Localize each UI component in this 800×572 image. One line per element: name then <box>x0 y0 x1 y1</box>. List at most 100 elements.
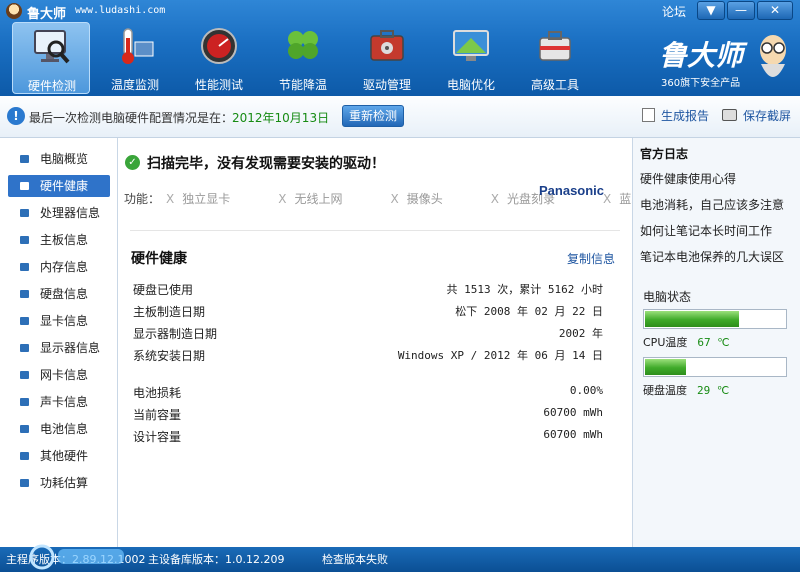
nav-temperature[interactable]: 温度监测 <box>96 22 174 94</box>
bullet-icon <box>20 452 29 460</box>
clover-icon <box>288 31 318 59</box>
sidebar-item-health[interactable]: 硬件健康 <box>8 175 110 197</box>
app-url: www.ludashi.com <box>75 5 166 16</box>
header: 鲁大师 www.ludashi.com 论坛 ▼ — ✕ 硬件检测 温度监测 性… <box>0 0 800 96</box>
disk-temp-fill <box>645 359 686 375</box>
main-panel: ✓ 扫描完毕，没有发现需要安装的驱动！ 功能： X 独立显卡 X 无线上网 X 摄像头 X 光… <box>118 138 643 547</box>
sidebar-item-battery[interactable]: 电池信息 <box>8 418 110 440</box>
function-name: 无线上网 <box>294 192 343 206</box>
function-item: X 无线上网 <box>278 192 366 206</box>
bullet-icon <box>20 317 29 325</box>
sidebar-item-label: 声卡信息 <box>40 395 89 409</box>
nav-energy-saving[interactable]: 节能降温 <box>264 22 342 94</box>
app-logo-icon <box>6 3 22 19</box>
info-value: 60700 mWh <box>543 428 603 441</box>
info-row: 当前容量 60700 mWh <box>133 406 603 426</box>
nav-performance[interactable]: 性能测试 <box>180 22 258 94</box>
sidebar-item-label: 显示器信息 <box>40 341 101 355</box>
generate-report-button[interactable]: 生成报告 <box>642 107 709 124</box>
sidebar-item-motherboard[interactable]: 主板信息 <box>8 229 110 251</box>
bullet-icon <box>20 479 29 487</box>
sidebar-item-cpu[interactable]: 处理器信息 <box>8 202 110 224</box>
nav-driver-manage[interactable]: 驱动管理 <box>348 22 426 94</box>
info-key: 设计容量 <box>133 430 182 444</box>
pc-status-title: 电脑状态 <box>643 290 692 304</box>
nav-label: 温度监测 <box>110 78 159 92</box>
sidebar-item-other[interactable]: 其他硬件 <box>8 445 110 467</box>
info-key: 电池损耗 <box>133 386 182 400</box>
sidebar-item-label: 主板信息 <box>40 233 89 247</box>
nav-label: 高级工具 <box>530 78 579 92</box>
nav-advanced-tools[interactable]: 高级工具 <box>516 22 594 94</box>
right-panel: 官方日志 硬件健康使用心得 电池消耗，自己应该多注意 如何让笔记本长时间工作 笔… <box>632 138 800 547</box>
cpu-temp-label: CPU温度 <box>643 336 688 349</box>
sidebar-item-label: 其他硬件 <box>40 449 89 463</box>
sidebar: 电脑概览 硬件健康 处理器信息 主板信息 内存信息 硬盘信息 显卡信息 显示器信… <box>0 138 118 547</box>
info-value: 共 1513 次，累计 5162 小时 <box>446 283 603 296</box>
check-icon: ✓ <box>125 155 140 170</box>
sidebar-item-sound[interactable]: 声卡信息 <box>8 391 110 413</box>
app-title: 鲁大师 <box>27 7 67 22</box>
forum-link[interactable]: 论坛 <box>662 3 686 20</box>
last-check-date: 2012年10月13日 <box>232 111 330 125</box>
nav-label: 性能测试 <box>194 78 243 92</box>
nav-label: 电脑优化 <box>446 78 495 92</box>
disk-temp-bar <box>643 357 787 377</box>
info-key: 显示器制造日期 <box>133 327 218 341</box>
unavailable-icon: X <box>390 192 399 206</box>
info-value: 0.00% <box>569 384 603 397</box>
camera-icon <box>722 109 737 121</box>
info-row: 硬盘已使用 共 1513 次，累计 5162 小时 <box>133 281 603 301</box>
bullet-icon <box>20 209 29 217</box>
info-value: Windows XP / 2012 年 06 月 14 日 <box>397 349 603 362</box>
sidebar-item-graphics[interactable]: 显卡信息 <box>8 310 110 332</box>
report-icon <box>642 108 655 122</box>
info-row: 设计容量 60700 mWh <box>133 428 603 448</box>
cpu-temp-value: 67 ℃ <box>697 336 730 349</box>
log-link[interactable]: 电池消耗，自己应该多注意 <box>640 196 784 213</box>
disk-temp-value: 29 ℃ <box>697 384 730 397</box>
brand-logo: 鲁大师 360旗下安全产品 <box>655 30 795 92</box>
copy-info-link[interactable]: 复制信息 <box>567 250 615 267</box>
section-title: 硬件健康 <box>131 251 187 267</box>
sidebar-item-memory[interactable]: 内存信息 <box>8 256 110 278</box>
sidebar-item-label: 显卡信息 <box>40 314 89 328</box>
bullet-icon <box>20 182 29 190</box>
brand-name: 鲁大师 <box>659 39 744 72</box>
function-label: 功能： <box>124 192 161 206</box>
bullet-icon <box>20 398 29 406</box>
divider <box>130 230 620 231</box>
cpu-temp-row: CPU温度 67 ℃ <box>643 334 730 350</box>
cpu-temp-bar <box>643 309 787 329</box>
sidebar-item-disk[interactable]: 硬盘信息 <box>8 283 110 305</box>
menu-button[interactable]: ▼ <box>697 1 725 20</box>
info-value: 60700 mWh <box>543 406 603 419</box>
sidebar-item-label: 电池信息 <box>40 422 89 436</box>
log-link[interactable]: 如何让笔记本长时间工作 <box>640 222 772 239</box>
sidebar-item-label: 功耗估算 <box>40 476 89 490</box>
log-link[interactable]: 硬件健康使用心得 <box>640 170 736 187</box>
bullet-icon <box>20 290 29 298</box>
info-key: 系统安装日期 <box>133 349 206 363</box>
sidebar-item-network[interactable]: 网卡信息 <box>8 364 110 386</box>
bullet-icon <box>20 425 29 433</box>
nav-hardware-detect[interactable]: 硬件检测 <box>12 22 90 94</box>
sidebar-item-overview[interactable]: 电脑概览 <box>8 148 110 170</box>
sidebar-item-display[interactable]: 显示器信息 <box>8 337 110 359</box>
info-value: 松下 2008 年 02 月 22 日 <box>455 305 603 318</box>
nav-pc-optimize[interactable]: 电脑优化 <box>432 22 510 94</box>
function-name: 摄像头 <box>406 192 443 206</box>
recheck-button[interactable]: 重新检测 <box>342 105 404 127</box>
log-link[interactable]: 笔记本电池保养的几大误区 <box>640 248 784 265</box>
minimize-button[interactable]: — <box>727 1 755 20</box>
sidebar-item-label: 内存信息 <box>40 260 89 274</box>
close-button[interactable]: ✕ <box>757 1 793 20</box>
unavailable-icon: X <box>603 192 612 206</box>
status-bar: 主程序版本：2.89.12.1002 主设备库版本：1.0.12.209 检查版… <box>0 544 800 572</box>
sidebar-item-power[interactable]: 功耗估算 <box>8 472 110 494</box>
sidebar-item-label: 处理器信息 <box>40 206 101 220</box>
db-version: 主设备库版本：1.0.12.209 <box>148 553 285 566</box>
save-screenshot-button[interactable]: 保存截屏 <box>722 107 791 124</box>
info-value: 2002 年 <box>558 327 603 340</box>
bullet-icon <box>20 344 29 352</box>
